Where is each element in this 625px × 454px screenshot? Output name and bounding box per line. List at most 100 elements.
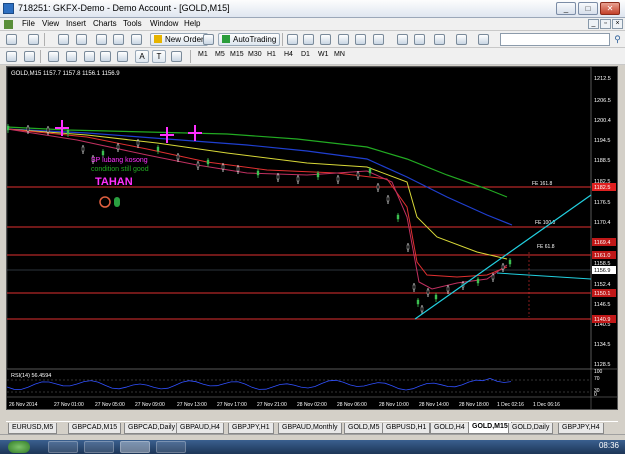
close-button[interactable]: ✕ [600,2,620,15]
taskbar-explorer-button[interactable] [48,441,78,453]
chart-shift-icon[interactable] [414,34,425,45]
candle-body [196,162,200,168]
cursor-icon[interactable] [6,51,17,62]
strategy-tester-icon[interactable] [131,34,142,45]
candle-body [406,244,410,250]
arrows-icon[interactable] [171,51,182,62]
chart-tab[interactable]: GBPJPY,H1 [228,423,274,434]
vertical-line-icon[interactable] [48,51,59,62]
search-input[interactable] [500,33,610,46]
fibo-level-label: FE 161.8 [532,181,553,187]
maximize-button[interactable]: □ [578,2,598,15]
chart-tab[interactable]: GBPCAD,Daily [124,423,180,434]
chart-tab[interactable]: GOLD,H4 [430,423,469,434]
timeframe-m15[interactable]: M15 [230,51,244,58]
new-order-button[interactable]: New Order [150,33,208,46]
timeframe-d1[interactable]: D1 [301,51,310,58]
timeframe-m5[interactable]: M5 [215,51,225,58]
candlestick-icon[interactable] [303,34,314,45]
horizontal-line-icon[interactable] [66,51,77,62]
chart-tab[interactable]: GOLD,Daily [508,423,554,434]
timeframe-m30[interactable]: M30 [248,51,262,58]
menu-view[interactable]: View [42,19,59,28]
periods-icon[interactable] [456,34,467,45]
price-tag-label: 1140.9 [594,317,610,323]
timeframe-m1[interactable]: M1 [198,51,208,58]
templates-icon[interactable] [478,34,489,45]
taskbar-folder-button[interactable] [84,441,114,453]
price-tag-label: 1161.0 [594,253,610,259]
autotrading-button[interactable]: AutoTrading [218,33,281,46]
mdi-restore-button[interactable]: ▫ [600,19,611,29]
taskbar-browser-button[interactable] [156,441,186,453]
chart-tab[interactable]: GOLD,M15 [468,422,512,434]
text-tool-button[interactable]: A [135,50,149,63]
moving-average-fastest [7,128,508,290]
mdi-close-button[interactable]: × [612,19,623,29]
tile-windows-icon[interactable] [373,34,384,45]
fibo-level-label: FE 61.8 [537,244,555,250]
minimize-button[interactable]: _ [556,2,576,15]
price-tag-label: 1182.5 [594,185,610,191]
candle-body [156,146,160,152]
menu-help[interactable]: Help [184,19,200,28]
data-window-icon[interactable] [76,34,87,45]
navigator-icon[interactable] [96,34,107,45]
channel-icon[interactable] [100,51,111,62]
text-label-tool-button[interactable]: T [152,50,166,63]
menu-window[interactable]: Window [150,19,178,28]
timeframe-w1[interactable]: W1 [318,51,329,58]
timeframe-h1[interactable]: H1 [267,51,276,58]
chart-tab-bar: EURUSD,M5 GBPCAD,M15 GBPCAD,Daily GBPAUD,H4… [6,421,618,434]
menu-insert[interactable]: Insert [66,19,86,28]
mdi-minimize-button[interactable]: _ [588,19,599,29]
menu-charts[interactable]: Charts [93,19,117,28]
metaeditor-icon[interactable] [203,34,214,45]
price-axis-label: 1170.4 [594,220,610,226]
chart-tab[interactable]: GBPAUD,Monthly [278,423,342,434]
crosshair-icon[interactable] [24,51,35,62]
candle-body [416,299,420,305]
profiles-icon[interactable] [28,34,39,45]
time-axis-label: 28 Nov 10:00 [379,402,409,408]
start-button[interactable] [8,441,30,453]
chart-tab[interactable]: GBPAUD,H4 [176,423,224,434]
chart-window[interactable]: GOLD,M15 1157.7 1157.8 1156.1 1156.9 1212… [6,66,618,410]
menu-tools[interactable]: Tools [123,19,142,28]
trendline-icon[interactable] [84,51,95,62]
zoom-in-icon[interactable] [338,34,349,45]
zoom-out-icon[interactable] [355,34,366,45]
chart-header: GOLD,M15 1157.7 1157.8 1156.1 1156.9 [11,71,120,77]
chart-tab[interactable]: GOLD,M5 [344,423,384,434]
timeframe-h4[interactable]: H4 [284,51,293,58]
chart-tab[interactable]: EURUSD,M5 [8,423,58,434]
chart-tab[interactable]: GBPJPY,H4 [558,423,604,434]
time-axis-label: 27 Nov 05:00 [95,402,125,408]
auto-scroll-icon[interactable] [397,34,408,45]
candle-body [491,274,495,280]
search-icon[interactable]: ⚲ [612,33,623,45]
time-axis-label: 27 Nov 21:00 [257,402,287,408]
toolbar-separator [44,33,45,46]
fibonacci-icon[interactable] [117,51,128,62]
time-axis-label: 28 Nov 14:00 [419,402,449,408]
taskbar-metatrader-button[interactable] [120,441,150,453]
new-chart-icon[interactable] [6,34,17,45]
market-watch-icon[interactable] [58,34,69,45]
chart-tab[interactable]: GBPUSD,H1 [382,423,431,434]
chart-tab[interactable]: GBPCAD,M15 [68,423,122,434]
timeframe-mn[interactable]: MN [334,51,345,58]
price-axis-label: 1206.5 [594,98,611,104]
price-chart[interactable]: GOLD,M15 1157.7 1157.8 1156.1 1156.9 1212… [7,67,617,409]
price-axis-label: 1200.4 [594,118,611,124]
toolbar-separator [190,50,191,63]
menu-file[interactable]: File [22,19,35,28]
terminal-icon[interactable] [113,34,124,45]
bar-chart-icon[interactable] [287,34,298,45]
price-axis-label: 1152.4 [594,282,610,288]
rsi-axis-label: 0 [594,392,597,398]
time-axis-label: 1 Dec 02:16 [497,402,524,408]
candle-body [412,284,416,290]
indicators-icon[interactable] [434,34,445,45]
line-chart-icon[interactable] [320,34,331,45]
